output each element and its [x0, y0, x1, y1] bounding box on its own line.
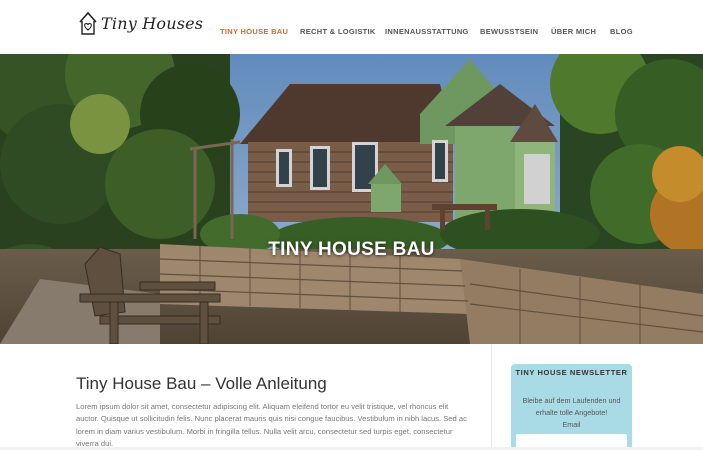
hero-banner: TINY HOUSE BAU	[0, 54, 703, 344]
nav-item-recht-logistik[interactable]: RECHT & LOGISTIK	[300, 27, 376, 36]
hero-image	[0, 54, 703, 344]
newsletter-widget: TINY HOUSE NEWSLETTER Bleibe auf dem Lau…	[511, 364, 632, 450]
nav-item-ueber-mich[interactable]: ÜBER MICH	[551, 27, 596, 36]
site-header: Tiny Houses TINY HOUSE BAU RECHT & LOGIS…	[0, 0, 703, 54]
newsletter-text: Bleibe auf dem Laufenden und erhalte tol…	[522, 396, 621, 418]
nav-item-blog[interactable]: BLOG	[610, 27, 633, 36]
post-body: Lorem ipsum dolor sit amet, consectetur …	[76, 402, 467, 448]
hero-title: TINY HOUSE BAU	[268, 239, 435, 260]
nav-item-bewusstsein[interactable]: BEWUSSTSEIN	[480, 27, 538, 36]
main-content: Tiny House Bau – Volle Anleitung Lorem i…	[0, 344, 703, 450]
post-title: Tiny House Bau – Volle Anleitung	[76, 374, 327, 393]
sidebar-divider	[491, 344, 492, 450]
nav-item-innenausstattung[interactable]: INNENAUSSTATTUNG	[385, 27, 469, 36]
main-nav: TINY HOUSE BAU RECHT & LOGISTIK INNENAUS…	[0, 27, 703, 39]
nav-item-tiny-house-bau[interactable]: TINY HOUSE BAU	[220, 27, 288, 36]
newsletter-title: TINY HOUSE NEWSLETTER	[515, 368, 628, 377]
email-label: Email	[562, 420, 581, 429]
